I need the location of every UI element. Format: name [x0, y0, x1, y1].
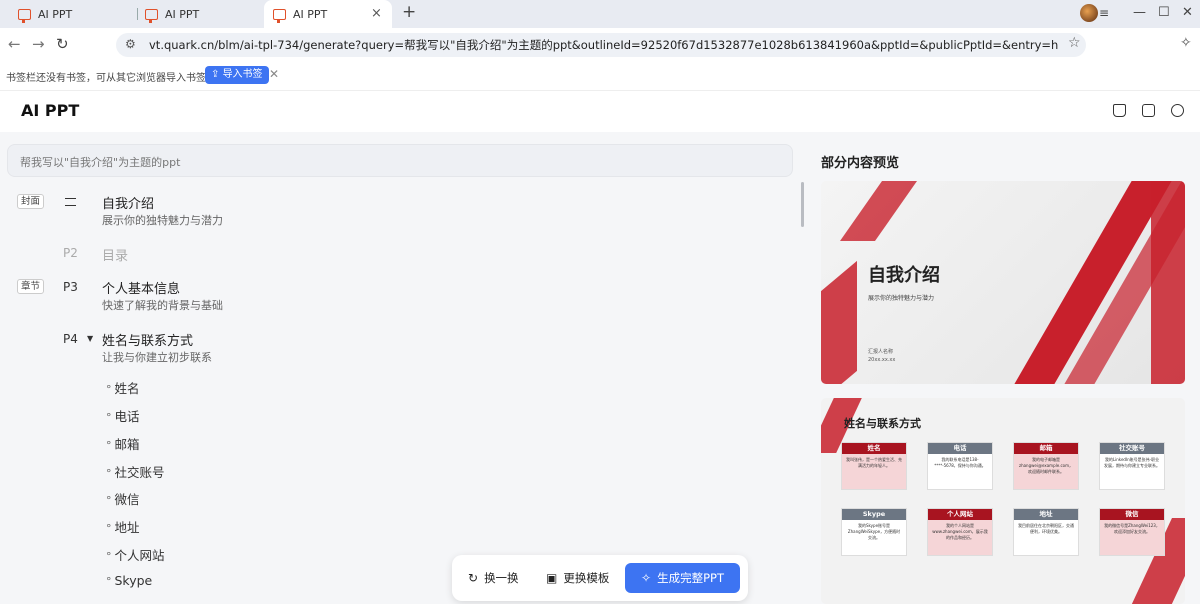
- ai-ppt-icon: [145, 8, 158, 23]
- generate-ppt-button[interactable]: ✧ 生成完整PPT: [625, 563, 740, 593]
- home-icon[interactable]: [1113, 104, 1126, 117]
- slide-author: 汇报人名称: [868, 349, 894, 355]
- p3-title[interactable]: 个人基本信息: [102, 278, 180, 297]
- main-area: 帮我写以"自我介绍"为主题的ppt 封面 自我介绍 展示你的独特魅力与潜力 P2…: [0, 132, 1200, 604]
- preview-heading: 部分内容预览: [821, 156, 900, 171]
- address-bar: ← → ↻ ⚙ vt.quark.cn/blm/ai-tpl-734/gener…: [0, 28, 1200, 62]
- chapter-badge: 章节: [17, 279, 45, 294]
- ai-ppt-icon: [273, 8, 286, 23]
- help-icon[interactable]: [1171, 104, 1184, 117]
- close-bookmarks-hint-icon[interactable]: ✕: [269, 67, 279, 81]
- close-window-icon[interactable]: ✕: [1182, 5, 1193, 20]
- new-tab-button[interactable]: +: [402, 2, 416, 22]
- bookmarks-bar: 书签栏还没有书签，可从其它浏览器导入书签 ⇪ 导入书签 ✕: [0, 62, 1200, 90]
- scrollbar[interactable]: [801, 182, 804, 227]
- contact-box-wechat: 微信 我的微信号是ZhangWei123，欢迎添加好友交流。: [1099, 508, 1165, 556]
- p4-title[interactable]: 姓名与联系方式: [102, 330, 193, 349]
- tab-label: AI PPT: [38, 7, 73, 21]
- query-input[interactable]: 帮我写以"自我介绍"为主题的ppt: [7, 144, 793, 177]
- contact-box-name: 姓名 我叫张伟，是一个热爱生活、充满活力的年轻人。: [841, 442, 907, 490]
- list-item[interactable]: 姓名: [106, 378, 140, 397]
- maximize-icon[interactable]: ☐: [1158, 5, 1170, 20]
- import-bookmarks-button[interactable]: ⇪ 导入书签: [205, 66, 269, 84]
- decor-stripe: [821, 260, 857, 384]
- minimize-icon[interactable]: —: [1133, 5, 1146, 20]
- bookmark-star-icon[interactable]: ☆: [1068, 35, 1081, 51]
- preview-slide-contacts[interactable]: 姓名与联系方式 姓名 我叫张伟，是一个热爱生活、充满活力的年轻人。 电话 我的联系电…: [821, 398, 1185, 604]
- app-header: AI PPT: [0, 90, 1200, 132]
- slide-title: 姓名与联系方式: [844, 417, 921, 430]
- tab-1[interactable]: AI PPT: [18, 0, 136, 28]
- forward-icon[interactable]: →: [32, 35, 45, 53]
- contact-box-email: 邮箱 我的电子邮箱是zhangwei@example.com，欢迎随时邮件联系。: [1013, 442, 1079, 490]
- contact-box-social: 社交账号 我的LinkedIn账号是张伟-职业发展，期待与你建立专业联系。: [1099, 442, 1165, 490]
- decor-stripe: [839, 181, 918, 241]
- tab-2[interactable]: AI PPT: [145, 0, 263, 28]
- collapse-caret-icon[interactable]: ▼: [87, 334, 93, 343]
- tab-label: AI PPT: [165, 7, 200, 21]
- tab-label: AI PPT: [293, 7, 328, 21]
- back-icon[interactable]: ←: [8, 35, 21, 53]
- list-item[interactable]: 电话: [106, 406, 140, 425]
- p2-title[interactable]: 目录: [102, 245, 128, 264]
- sparkle-icon: ✧: [641, 571, 652, 585]
- contact-box-skype: Skype 我的Skype账号是ZhangWeiSkype，方便随时交流。: [841, 508, 907, 556]
- p4-subtitle[interactable]: 让我与你建立初步联系: [102, 349, 212, 365]
- page-number-p4: P4: [63, 332, 78, 346]
- list-item[interactable]: 个人网站: [106, 545, 165, 564]
- preview-slide-cover[interactable]: 自我介绍 展示你的独特魅力与潜力 汇报人名称 20xx.xx.xx: [821, 181, 1185, 384]
- profile-menu-icon[interactable]: ≡: [1099, 6, 1109, 20]
- page-number-p3: P3: [63, 280, 78, 294]
- contact-box-phone: 电话 我的联系电话是138-****-5678，保持与你沟通。: [927, 442, 993, 490]
- app-logo[interactable]: AI PPT: [21, 101, 79, 120]
- swap-button[interactable]: ↻ 换一换: [468, 563, 519, 593]
- cover-badge: 封面: [17, 194, 45, 209]
- cover-title[interactable]: 自我介绍: [102, 193, 154, 212]
- template-icon: ▣: [546, 571, 558, 585]
- url-field[interactable]: ⚙ vt.quark.cn/blm/ai-tpl-734/generate?qu…: [116, 33, 1086, 57]
- list-item[interactable]: 地址: [106, 517, 140, 536]
- page-number-p2: P2: [63, 246, 78, 260]
- list-item[interactable]: 微信: [106, 489, 140, 508]
- cover-subtitle[interactable]: 展示你的独特魅力与潜力: [102, 212, 223, 228]
- extensions-icon[interactable]: ✧: [1180, 35, 1192, 51]
- tab-bar: AI PPT AI PPT AI PPT × + ≡ — ☐ ✕: [0, 0, 1200, 28]
- reload-icon[interactable]: ↻: [56, 35, 69, 53]
- list-item[interactable]: 社交账号: [106, 462, 165, 481]
- p3-subtitle[interactable]: 快速了解我的背景与基础: [102, 297, 223, 313]
- slides-icon[interactable]: [1142, 104, 1155, 117]
- refresh-icon: ↻: [468, 571, 479, 585]
- slide-subtitle: 展示你的独特魅力与潜力: [868, 295, 935, 302]
- profile-avatar[interactable]: [1080, 4, 1098, 22]
- list-edit-icon[interactable]: [65, 198, 76, 206]
- site-settings-icon[interactable]: ⚙: [125, 37, 136, 51]
- decor-stripe: [1151, 181, 1185, 384]
- action-bar: ↻ 换一换 ▣ 更换模板 ✧ 生成完整PPT: [452, 555, 748, 601]
- contact-box-address: 地址 我目前居住在北京朝阳区，交通便利，环境优美。: [1013, 508, 1079, 556]
- close-tab-icon[interactable]: ×: [371, 6, 382, 21]
- change-template-button[interactable]: ▣ 更换模板: [546, 563, 609, 593]
- import-icon: ⇪: [211, 69, 223, 80]
- tab-divider: [137, 8, 138, 20]
- contact-box-website: 个人网站 我的个人网站是www.zhangwei.com，展示我的作品和经历。: [927, 508, 993, 556]
- list-item[interactable]: 邮箱: [106, 434, 140, 453]
- query-text: 帮我写以"自我介绍"为主题的ppt: [20, 156, 181, 169]
- list-item[interactable]: Skype: [106, 573, 153, 588]
- url-text[interactable]: vt.quark.cn/blm/ai-tpl-734/generate?quer…: [149, 37, 1059, 53]
- slide-title: 自我介绍: [868, 265, 940, 286]
- bookmarks-empty-text: 书签栏还没有书签，可从其它浏览器导入书签: [6, 73, 206, 84]
- slide-date: 20xx.xx.xx: [868, 357, 896, 363]
- ai-ppt-icon: [18, 8, 31, 23]
